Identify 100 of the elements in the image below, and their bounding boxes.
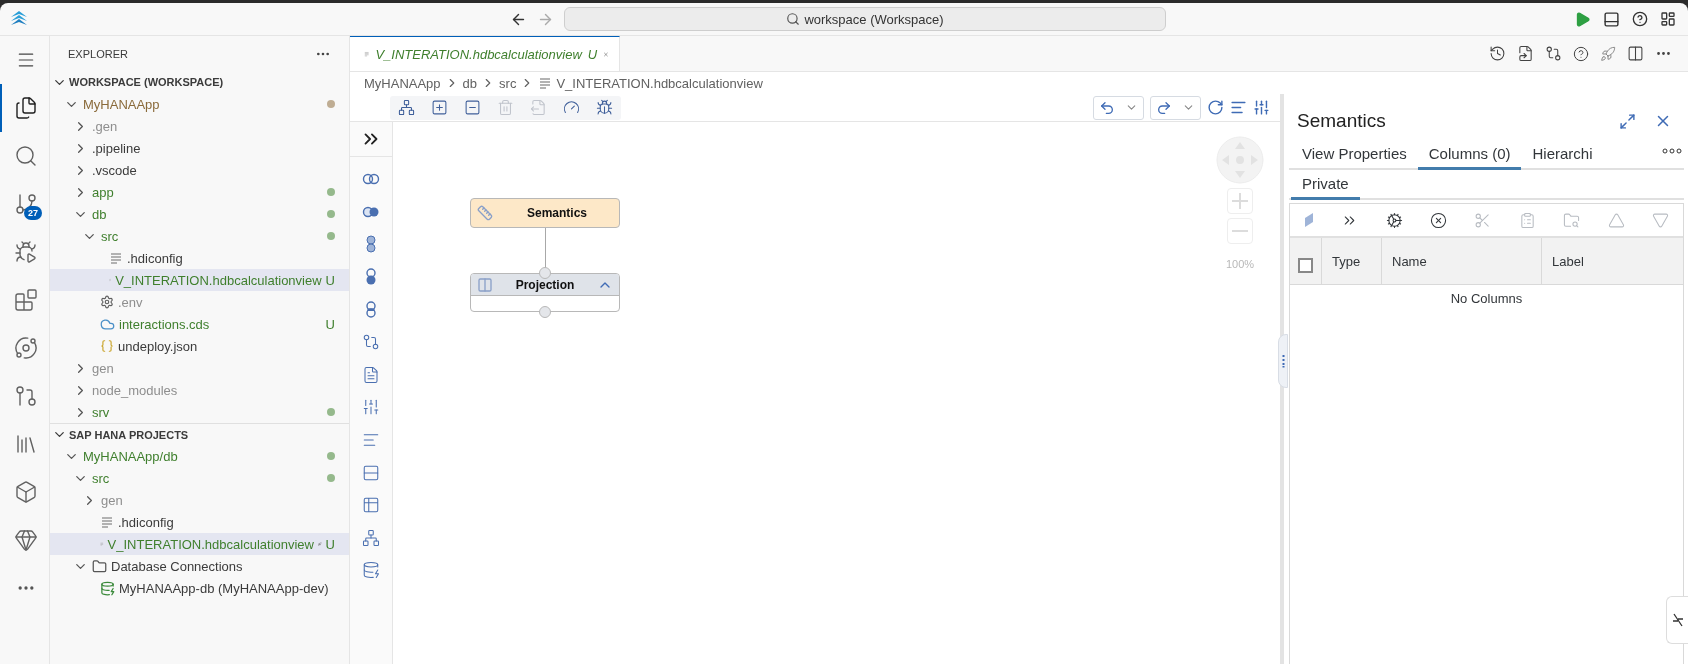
tree-item[interactable]: MyHANAApp	[50, 93, 349, 115]
diagram-node[interactable]: Semantics	[470, 198, 620, 228]
orbit-icon[interactable]	[13, 336, 38, 360]
panel-tab[interactable]: View Properties	[1291, 145, 1418, 170]
flow-function-icon[interactable]	[362, 528, 380, 547]
align-icon[interactable]	[1230, 99, 1247, 116]
history-icon[interactable]	[1489, 45, 1506, 62]
section-title[interactable]: WORKSPACE (WORKSPACE)	[69, 76, 224, 88]
file-icon[interactable]	[1517, 45, 1534, 62]
tree-item[interactable]: V_INTERATION.hdbcalculationview U	[50, 533, 349, 555]
explorer-title: EXPLORER	[68, 47, 128, 60]
file-name: .gen	[92, 118, 118, 134]
tree-item[interactable]: interactions.cds U	[50, 313, 349, 335]
bars-icon[interactable]	[362, 398, 380, 417]
files-icon[interactable]	[13, 96, 38, 120]
compare-icon[interactable]	[1545, 45, 1562, 62]
breadcrumb-item[interactable]: src	[499, 75, 517, 91]
tree-item[interactable]: src	[50, 225, 349, 247]
splitter-handle[interactable]	[1278, 334, 1288, 388]
layout-icon[interactable]	[1660, 11, 1676, 27]
square-minus-icon	[464, 99, 481, 116]
file-name: gen	[101, 492, 123, 508]
tree-item[interactable]: Database Connections	[50, 555, 349, 577]
square-plus-icon	[431, 99, 448, 116]
file-name: undeploy.json	[118, 338, 198, 354]
rocket-icon[interactable]	[1600, 45, 1616, 62]
tree-item[interactable]: undeploy.json	[50, 335, 349, 357]
tab-label: V_INTERATION.hdbcalculationview	[375, 46, 582, 62]
bug-play-icon[interactable]	[13, 240, 38, 264]
activity-item[interactable]: 27	[0, 180, 49, 228]
gear-icon	[100, 295, 114, 309]
projection-icon	[477, 276, 493, 293]
undo-split-button[interactable]	[1093, 95, 1144, 120]
cube-icon[interactable]	[13, 480, 38, 504]
file-name: MyHANAApp-db (MyHANAApp-dev)	[119, 580, 329, 596]
section-title[interactable]: SAP HANA PROJECTS	[69, 428, 189, 441]
panel-tab[interactable]: Columns (0)	[1417, 145, 1522, 170]
file-name: .hdiconfig	[127, 250, 183, 266]
tree-item[interactable]: .vscode	[50, 159, 349, 181]
count-badge: 27	[24, 206, 42, 220]
search-icon[interactable]	[13, 144, 38, 168]
tree-item[interactable]: V_INTERATION.hdbcalculationview U	[50, 269, 349, 291]
plus-icon	[1232, 193, 1248, 209]
run-icon[interactable]	[1574, 10, 1591, 28]
minus-icon	[1232, 230, 1248, 232]
database-shield-icon[interactable]	[362, 561, 380, 580]
side-tab[interactable]	[1666, 596, 1688, 644]
column-header: Name	[1381, 238, 1541, 284]
down-triangle-icon	[1652, 211, 1670, 229]
network-icon	[398, 99, 415, 116]
tree-item[interactable]: MyHANAApp/db	[50, 445, 349, 467]
toolbar-button[interactable]	[1430, 211, 1448, 229]
panel-subtab[interactable]: Private	[1291, 175, 1360, 200]
breadcrumb-item[interactable]: MyHANAApp	[364, 75, 441, 91]
tree-item[interactable]: src	[50, 467, 349, 489]
table-function-icon[interactable]	[362, 496, 380, 515]
window-icon[interactable]	[362, 463, 380, 482]
tree-item[interactable]: srv	[50, 401, 349, 423]
split-editor-icon[interactable]	[1627, 45, 1644, 62]
blocks-icon[interactable]	[13, 288, 38, 312]
tree-item[interactable]: .pipeline	[50, 137, 349, 159]
toolbar-button[interactable]	[1385, 211, 1403, 229]
graph-icon[interactable]	[362, 333, 380, 352]
sliders-icon[interactable]	[1253, 99, 1270, 116]
editor-tab[interactable]: V_INTERATION.hdbcalculationview U	[350, 36, 620, 71]
breadcrumb-item[interactable]: db	[462, 75, 478, 91]
file-name: MyHANAApp	[83, 96, 160, 112]
file-name: srv	[92, 404, 110, 420]
search-field[interactable]: workspace (Workspace)	[564, 7, 1166, 31]
git-status: U	[325, 272, 335, 288]
tree-item[interactable]: .hdiconfig	[50, 511, 349, 533]
tree-item[interactable]: db	[50, 203, 349, 225]
undo-icon	[1099, 99, 1115, 116]
redo-split-button[interactable]	[1150, 95, 1201, 120]
file-name: MyHANAApp/db	[83, 448, 178, 464]
panel-tab[interactable]: Hierarchi	[1521, 145, 1604, 170]
select-all-checkbox[interactable]	[1298, 257, 1313, 273]
help-icon[interactable]	[1632, 11, 1648, 27]
panel-icon[interactable]	[1603, 10, 1620, 28]
pull-request-icon[interactable]	[13, 384, 38, 408]
breadcrumb-item[interactable]: V_INTERATION.hdbcalculationview	[556, 75, 763, 91]
tree-item[interactable]: .hdiconfig	[50, 247, 349, 269]
diagram-node[interactable]: Projection	[470, 273, 620, 312]
trash-icon	[497, 99, 514, 116]
node-title: Semantics	[526, 206, 588, 220]
tree-item[interactable]: MyHANAApp-db (MyHANAApp-dev)	[50, 577, 349, 599]
more-icon[interactable]	[1662, 148, 1682, 154]
help-icon[interactable]	[1573, 45, 1589, 62]
panel-title: Semantics	[1297, 110, 1386, 132]
folder-icon	[92, 558, 107, 574]
expand-icon[interactable]	[1619, 112, 1636, 130]
branch-icon[interactable]	[13, 192, 38, 216]
tree-item[interactable]: app	[50, 181, 349, 203]
search-icon	[786, 12, 801, 26]
column-header: Type	[1321, 238, 1381, 284]
grip-icon	[1281, 354, 1285, 368]
refresh-icon[interactable]	[1207, 99, 1224, 116]
gem-icon[interactable]	[13, 528, 38, 552]
document-icon[interactable]	[362, 365, 380, 384]
lines-icon	[109, 251, 123, 265]
